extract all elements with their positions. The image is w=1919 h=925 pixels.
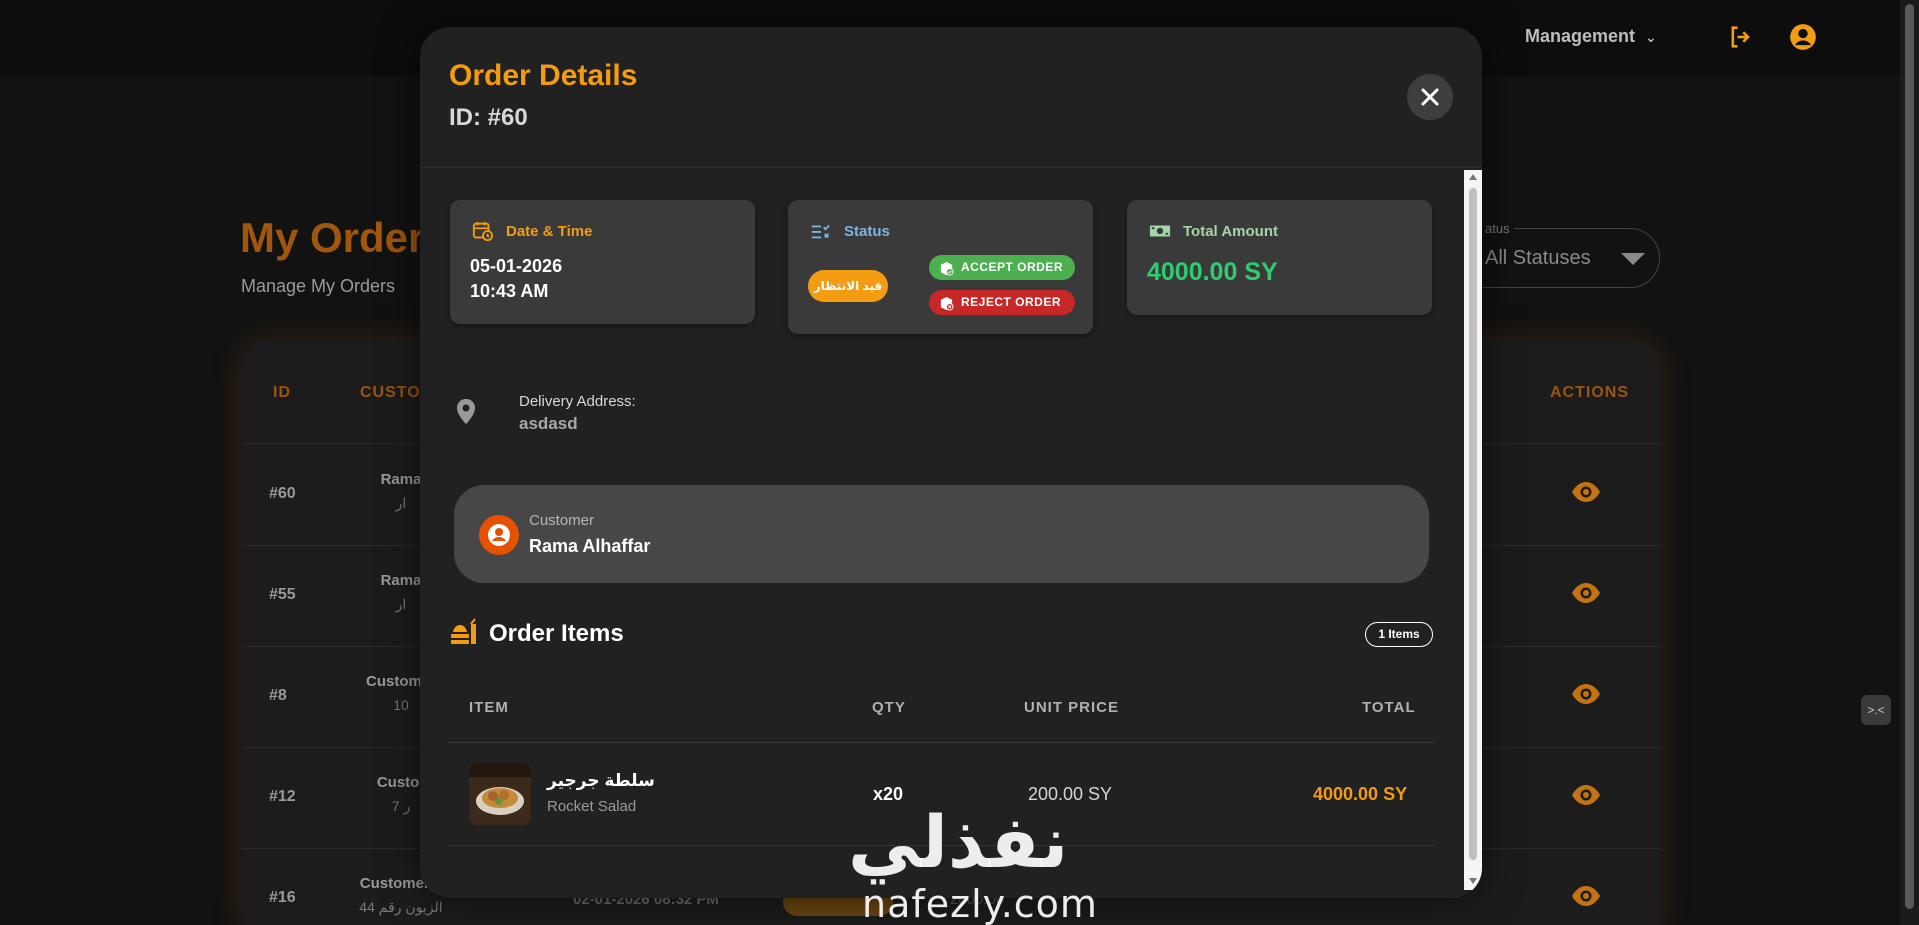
calendar-clock-icon <box>472 220 494 247</box>
col-header-id: ID <box>273 384 291 401</box>
management-menu[interactable]: Management ⌄ <box>1525 26 1657 47</box>
items-header-divider <box>448 742 1434 743</box>
status-filter-value: All Statuses <box>1485 247 1591 269</box>
customer-card: Customer Rama Alhaffar <box>454 485 1429 583</box>
side-widget-button[interactable]: >.< <box>1861 695 1891 725</box>
row-id: #55 <box>269 586 296 603</box>
page-scrollbar[interactable] <box>1900 0 1919 925</box>
page-subtitle: Manage My Orders <box>241 276 396 296</box>
page-scrollbar-thumb[interactable] <box>1905 4 1914 909</box>
close-button[interactable] <box>1407 74 1453 120</box>
watermark-url: nafezly.com <box>862 882 1098 925</box>
customer-avatar-icon <box>479 515 519 555</box>
customer-label: Customer <box>529 512 595 529</box>
datetime-card: Date & Time 05-01-2026 10:43 AM <box>450 200 755 324</box>
close-icon <box>1421 88 1439 106</box>
status-title: Status <box>844 223 890 240</box>
watermark-logo: نفذلي <box>848 800 1069 884</box>
food-icon <box>449 618 479 653</box>
scroll-down-arrow-icon[interactable] <box>1469 878 1477 884</box>
management-label: Management <box>1525 26 1636 46</box>
item-thumbnail <box>469 763 531 825</box>
total-amount-card: Total Amount 4000.00 SY <box>1127 200 1432 315</box>
checklist-icon <box>810 220 832 247</box>
total-amount-title: Total Amount <box>1183 223 1278 240</box>
modal-scrollbar[interactable] <box>1464 170 1482 890</box>
chevron-down-icon: ⌄ <box>1645 29 1657 45</box>
view-eye-icon[interactable] <box>1571 683 1601 710</box>
items-col-qty: QTY <box>872 699 906 716</box>
delivery-address-label: Delivery Address: <box>519 393 636 410</box>
box-x-icon <box>939 295 954 320</box>
row-id: #60 <box>269 485 296 502</box>
reject-order-label: REJECT ORDER <box>961 295 1062 309</box>
customer-name: Rama Alhaffar <box>529 536 651 556</box>
delivery-address-value: asdasd <box>519 414 578 433</box>
row-id: #12 <box>269 788 296 805</box>
order-time: 10:43 AM <box>470 281 549 301</box>
status-card: Status قيد الانتظار ACCEPT ORDER REJECT … <box>788 200 1093 334</box>
page-title: My Order <box>240 214 425 261</box>
status-filter-label: atus <box>1481 221 1514 236</box>
dropdown-caret-icon <box>1621 253 1645 265</box>
scroll-up-arrow-icon[interactable] <box>1469 174 1477 180</box>
items-col-total: TOTAL <box>1362 699 1416 716</box>
items-col-item: ITEM <box>469 699 509 716</box>
item-subname: Rocket Salad <box>547 798 637 815</box>
cash-icon <box>1149 220 1171 247</box>
items-count-badge: 1 Items <box>1365 622 1433 647</box>
view-eye-icon[interactable] <box>1571 481 1601 508</box>
modal-title: Order Details <box>449 59 638 92</box>
item-total: 4000.00 SY <box>1313 784 1408 804</box>
row-id: #16 <box>269 889 296 906</box>
items-col-unit-price: UNIT PRICE <box>1024 699 1120 716</box>
view-eye-icon[interactable] <box>1571 784 1601 811</box>
header-divider <box>420 167 1482 168</box>
reject-order-button[interactable]: REJECT ORDER <box>929 290 1075 315</box>
col-header-actions: ACTIONS <box>1550 384 1629 401</box>
row-id: #8 <box>269 687 287 704</box>
view-eye-icon[interactable] <box>1571 582 1601 609</box>
row-customer-address: الزيون رقم 44 <box>359 899 443 915</box>
account-circle-icon[interactable] <box>1789 23 1817 56</box>
order-id: ID: #60 <box>449 104 528 131</box>
modal-scrollbar-thumb[interactable] <box>1469 188 1477 860</box>
logout-icon[interactable] <box>1727 23 1755 56</box>
accept-order-label: ACCEPT ORDER <box>961 260 1064 274</box>
status-pending-badge: قيد الانتظار <box>808 270 888 302</box>
order-items-title: Order Items <box>489 620 624 647</box>
box-check-icon <box>939 260 954 285</box>
accept-order-button[interactable]: ACCEPT ORDER <box>929 255 1075 280</box>
datetime-title: Date & Time <box>506 223 593 240</box>
item-name: سلطة جرجير <box>547 771 655 790</box>
total-amount-value: 4000.00 SY <box>1147 258 1278 286</box>
location-pin-icon <box>454 398 478 431</box>
col-header-customer: CUSTO <box>360 384 421 401</box>
view-eye-icon[interactable] <box>1571 885 1601 912</box>
order-date: 05-01-2026 <box>470 256 563 276</box>
order-details-modal: Order Details ID: #60 Date & Time 05-01-… <box>420 27 1482 898</box>
